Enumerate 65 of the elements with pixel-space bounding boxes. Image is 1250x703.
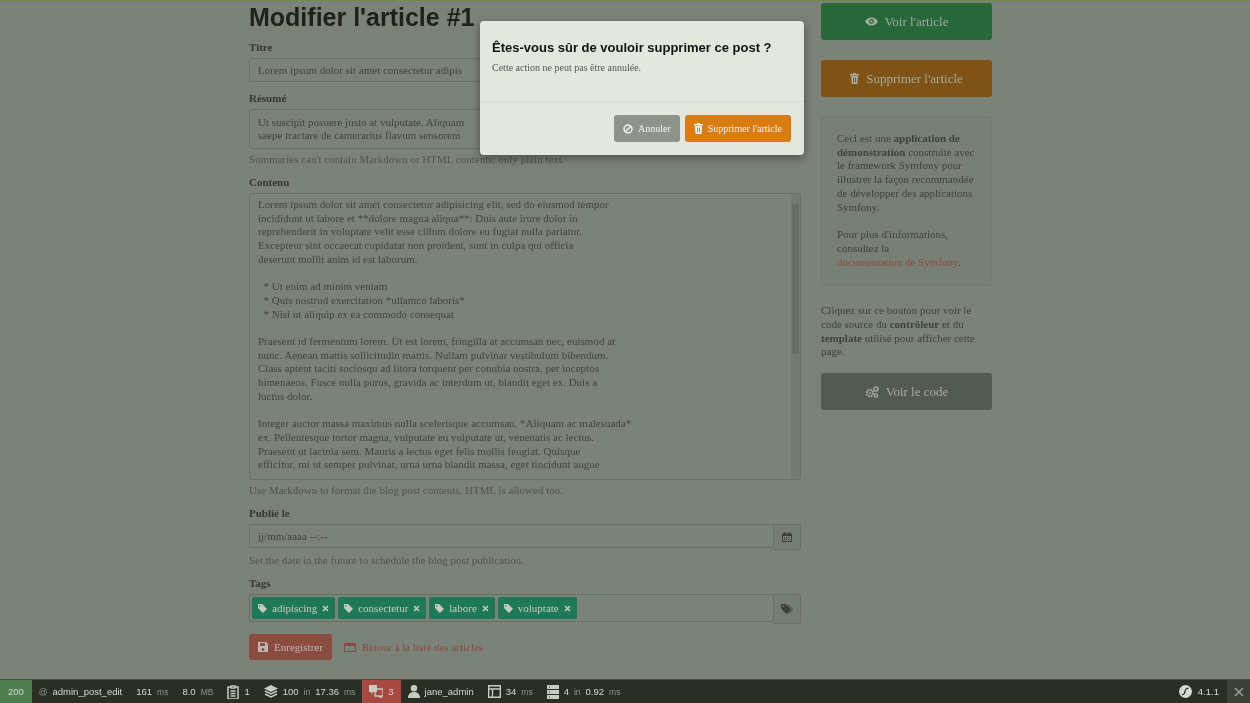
view-code-button[interactable]: Voir le code (821, 373, 992, 411)
content-text-line: luctus dolor. (258, 389, 313, 404)
tag-chip[interactable]: labore (429, 597, 495, 619)
field-label: Titre (249, 41, 273, 54)
gears-icon (864, 385, 879, 398)
translation-icon (369, 685, 384, 698)
tag-icon (344, 603, 354, 613)
trash-icon (693, 123, 703, 134)
template-item[interactable]: 34 ms (480, 680, 540, 703)
tag-icon (435, 603, 445, 613)
content-text-line: Integer auctor massa maximus nulla scelerisque accumsan. *Aliquam ac malesuada* (258, 417, 632, 431)
summary-text-line: saepe tractare de camerarius flavum sensorem (258, 129, 461, 143)
close-button[interactable] (1227, 680, 1250, 703)
tag-icon (503, 603, 513, 613)
tags-icon (781, 604, 793, 614)
calendar-button[interactable] (774, 524, 801, 550)
list-icon (343, 642, 356, 652)
close-icon (1233, 686, 1244, 697)
save-icon (258, 642, 268, 652)
remove-icon[interactable] (563, 604, 571, 612)
cache-item[interactable]: 100 in 17.36 ms (256, 680, 363, 703)
view-article-button[interactable]: Voir l'article (821, 3, 992, 40)
remove-icon[interactable] (481, 604, 489, 612)
tags-button[interactable] (774, 594, 801, 624)
ban-icon (622, 123, 633, 134)
clipboard-icon (227, 684, 240, 699)
field-label: Tags (249, 577, 271, 590)
modal-message: Cette action ne peut pas être annulée. (492, 62, 642, 73)
field-label: Publié le (249, 507, 290, 520)
template-icon (487, 685, 501, 698)
content-text-line: * Quis nostrud exercitation *ullamco laboris* (262, 293, 465, 308)
calendar-icon (782, 532, 792, 542)
logo-icon (1178, 685, 1192, 698)
page-title: Modifier l'article #1 (249, 3, 476, 31)
field-label: Contenu (249, 176, 290, 189)
time-item[interactable]: 161 ms (129, 680, 176, 703)
tag-chip[interactable]: voluptate (497, 597, 577, 619)
route-item[interactable]: @ admin_post_edit (31, 680, 130, 703)
delete-article-button[interactable]: Supprimer l'article (821, 60, 992, 97)
trash-icon (850, 73, 860, 84)
modal-title: Êtes-vous sûr de vouloir supprimer ce post ? (492, 40, 772, 56)
save-button[interactable]: Enregistrer (249, 634, 332, 660)
remove-icon[interactable] (322, 604, 330, 612)
eye-icon (864, 17, 878, 26)
cancel-button[interactable]: Annuler (613, 115, 680, 142)
confirm-delete-button[interactable]: Supprimer l'article (684, 115, 791, 142)
memory-item[interactable]: 8.0 MB (175, 680, 221, 703)
content-text-line: * Nisi ut aliquip ex ea commodo consequat (262, 307, 454, 322)
database-icon (546, 684, 559, 699)
version-item[interactable]: 4.1.1 (1170, 680, 1227, 703)
tags-input[interactable]: adipiscing consectetur labore voluptate (249, 594, 774, 622)
tag-chip[interactable]: consectetur (338, 597, 427, 619)
translation-item[interactable]: 3 (362, 680, 401, 703)
tag-icon (258, 603, 267, 613)
database-item[interactable]: 4 in 0.92 ms (539, 680, 628, 703)
field-label: Résumé (249, 92, 287, 105)
content-text-line: * Ut enim ad minim veniam (262, 280, 388, 294)
user-icon (407, 685, 420, 698)
status-code-item[interactable]: 200 (0, 680, 32, 703)
forms-item[interactable]: 1 (220, 680, 257, 703)
layers-icon (263, 685, 278, 698)
remove-icon[interactable] (413, 604, 421, 612)
user-item[interactable]: jane_admin (400, 680, 481, 703)
tag-chip[interactable]: adipiscing (252, 597, 336, 619)
date-input[interactable]: jj/mm/aaaa --:-- (249, 524, 774, 548)
